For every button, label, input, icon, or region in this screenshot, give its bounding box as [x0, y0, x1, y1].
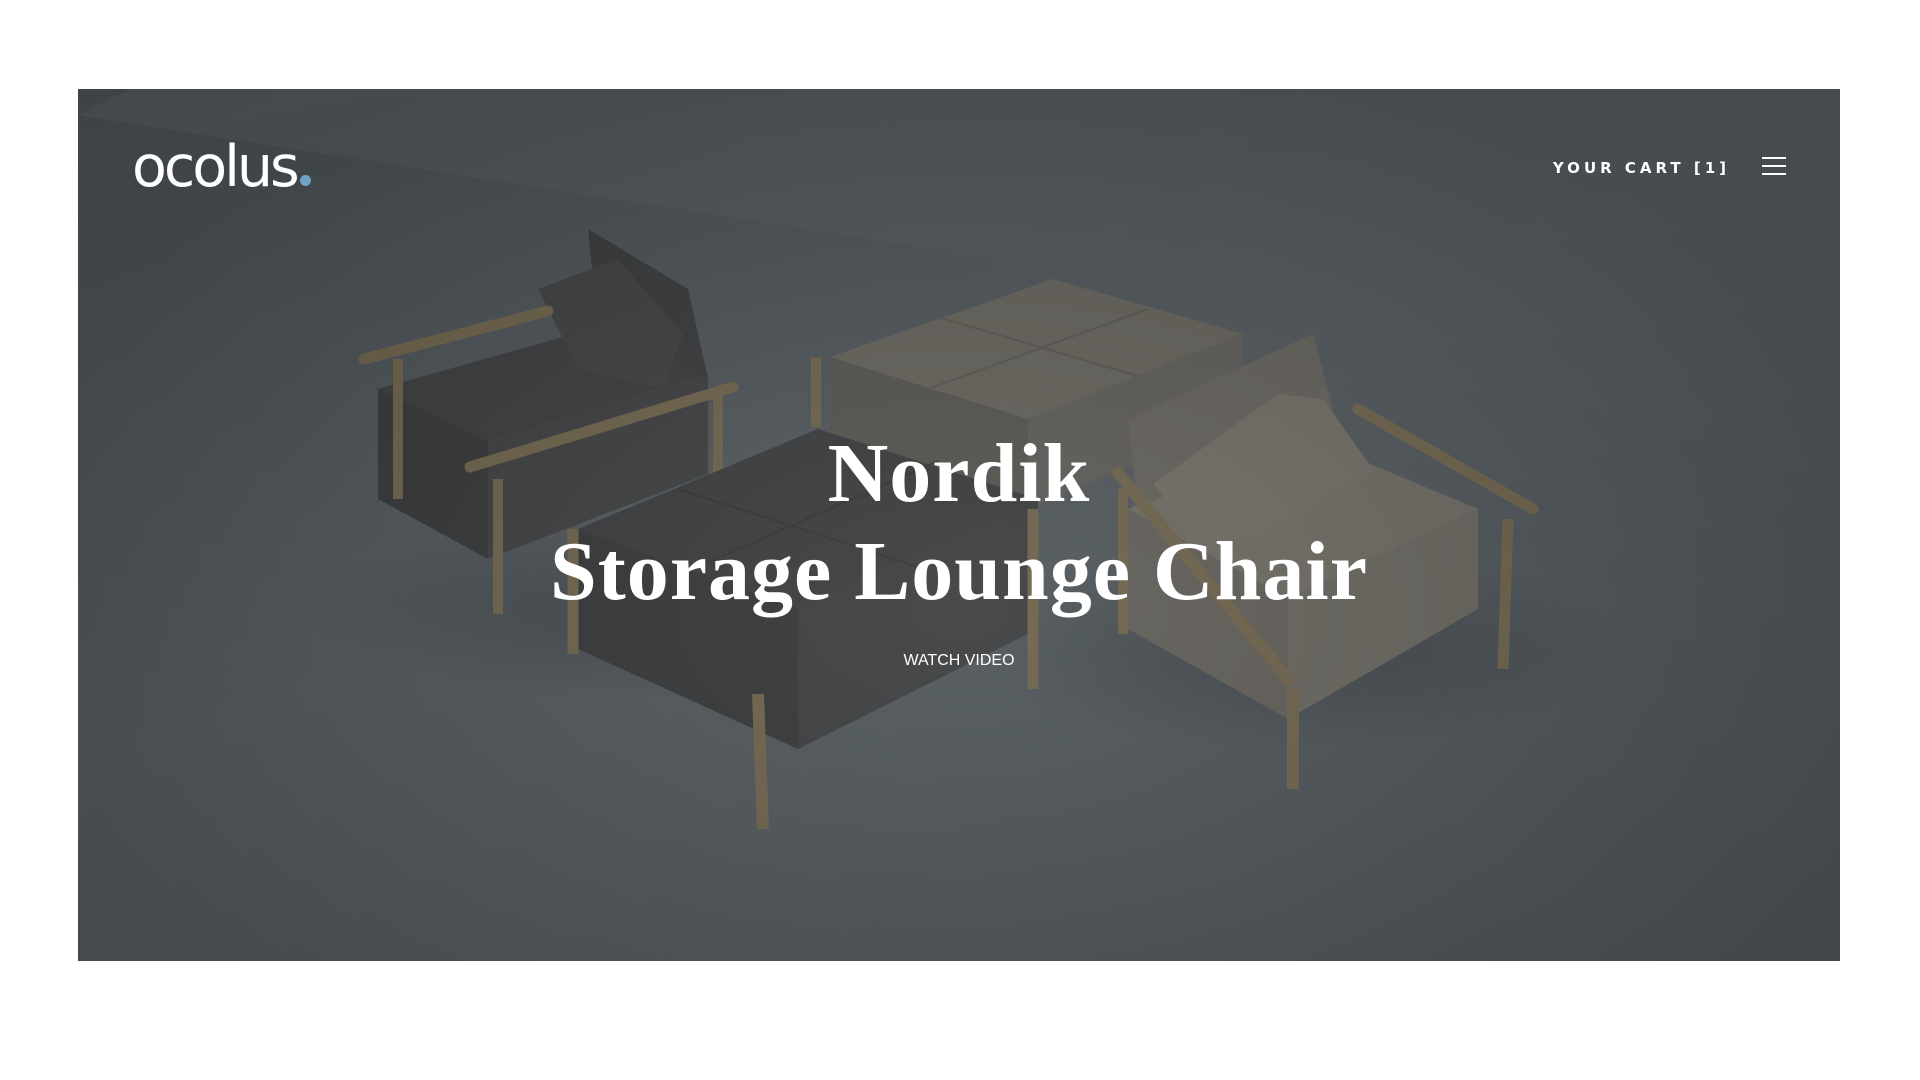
brand-accent-dot [299, 175, 311, 186]
brand-logo[interactable]: ocolus [132, 139, 311, 196]
hero-title-line2: Storage Lounge Chair [550, 525, 1368, 618]
hero-title-line1: Nordik [827, 427, 1091, 520]
brand-wordmark: ocolus [132, 134, 300, 200]
watch-video-link[interactable]: WATCH VIDEO [78, 652, 1840, 670]
hero-banner: ocolus YOUR CART [1] Nordik Storage Loun… [78, 89, 1840, 961]
cart-link[interactable]: YOUR CART [1] [1553, 159, 1730, 177]
hero-title: Nordik Storage Lounge Chair [78, 425, 1840, 621]
hamburger-menu-icon[interactable] [1762, 157, 1786, 177]
